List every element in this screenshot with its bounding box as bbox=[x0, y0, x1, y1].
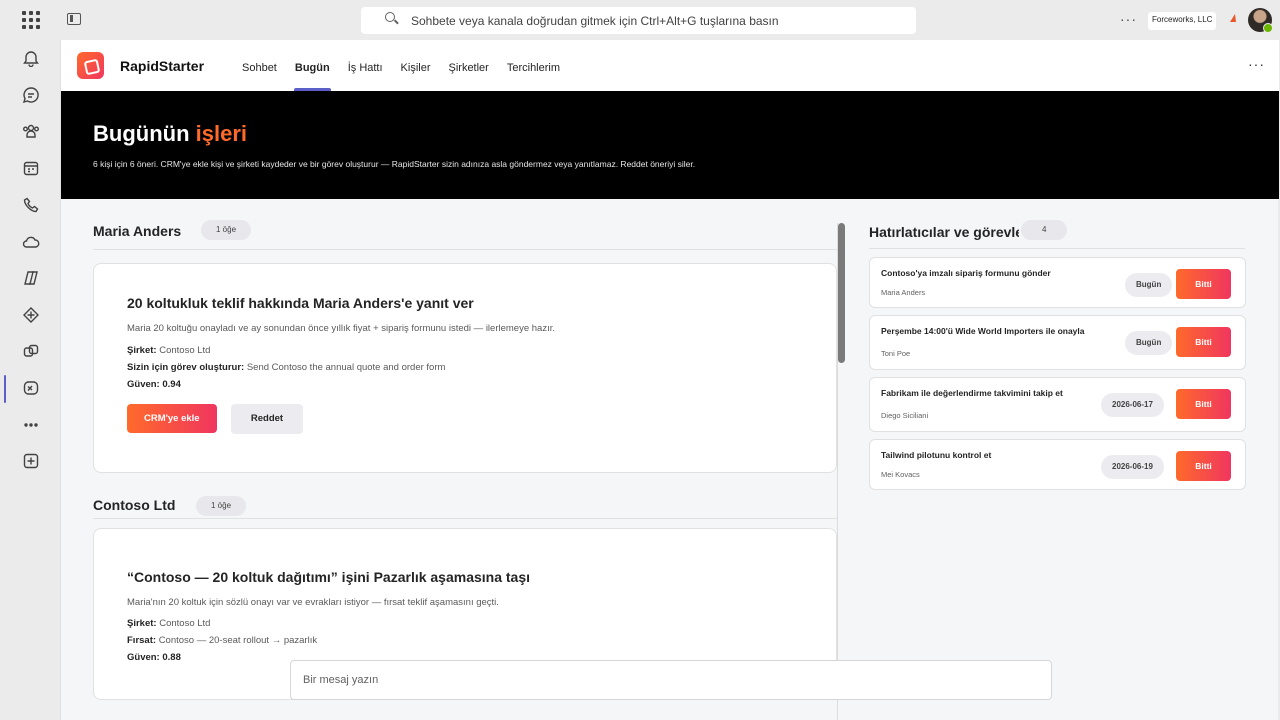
reminder-item: Perşembe 14:00'ü Wide World Importers il… bbox=[869, 315, 1246, 370]
tab-sohbet[interactable]: Sohbet bbox=[233, 40, 286, 91]
reminders-title: Hatırlatıcılar ve görevler bbox=[869, 224, 1019, 240]
section-count-badge: 1 öğe bbox=[196, 496, 247, 516]
task-row: Sizin için görev oluşturur: Send Contoso… bbox=[127, 362, 445, 373]
page-title-main: Bugünün bbox=[93, 121, 190, 146]
rail-active-indicator bbox=[4, 375, 6, 403]
reminders-header: Hatırlatıcılar ve görevler 4 bbox=[869, 220, 1245, 249]
tab-sirketler[interactable]: Şirketler bbox=[440, 40, 498, 91]
message-compose-box[interactable]: Bir mesaj yazın bbox=[290, 660, 1052, 700]
due-badge: Bugün bbox=[1125, 273, 1173, 297]
scrollbar-thumb[interactable] bbox=[838, 223, 845, 363]
app-header: RapidStarter Sohbet Bugün İş Hattı Kişil… bbox=[61, 40, 1279, 91]
company-label: Şirket: bbox=[127, 345, 157, 356]
tab-is-hatti[interactable]: İş Hattı bbox=[339, 40, 392, 91]
section-header: Contoso Ltd 1 öğe bbox=[93, 489, 837, 519]
dismiss-button[interactable]: Reddet bbox=[231, 404, 303, 434]
more-apps-icon[interactable] bbox=[20, 414, 42, 436]
page-title-accent: işleri bbox=[195, 121, 248, 146]
org-switcher[interactable]: Forceworks, LLC bbox=[1148, 12, 1217, 30]
company-row: Şirket: Contoso Ltd bbox=[127, 345, 210, 356]
app-tabs: Sohbet Bugün İş Hattı Kişiler Şirketler … bbox=[233, 40, 569, 91]
chat-icon[interactable] bbox=[20, 84, 42, 106]
reminder-title: Perşembe 14:00'ü Wide World Importers il… bbox=[881, 326, 1085, 336]
confidence-label: Güven: bbox=[127, 652, 160, 663]
task-label: Sizin için görev oluşturur: bbox=[127, 362, 245, 373]
suggestion-card: 20 koltukluk teklif hakkında Maria Ander… bbox=[93, 263, 837, 473]
confidence-value: 0.94 bbox=[162, 379, 181, 390]
search-icon bbox=[385, 12, 395, 22]
suggestion-description: Maria'nın 20 koltuk için sözlü onayı var… bbox=[127, 597, 499, 608]
due-badge: Bugün bbox=[1125, 331, 1173, 355]
title-bar: Sohbete veya kanala doğrudan gitmek için… bbox=[0, 0, 1280, 40]
page-subtitle: 6 kişi için 6 öneri. CRM'ye ekle kişi ve… bbox=[93, 159, 696, 169]
tab-tercihlerim[interactable]: Tercihlerim bbox=[498, 40, 569, 91]
done-button[interactable]: Bitti bbox=[1176, 327, 1231, 357]
app-name: RapidStarter bbox=[120, 58, 205, 74]
done-button[interactable]: Bitti bbox=[1176, 389, 1231, 419]
suggestion-title: “Contoso — 20 koltuk dağıtımı” işini Paz… bbox=[127, 569, 531, 585]
company-label: Şirket: bbox=[127, 618, 157, 629]
reminder-person: Mei Kovacs bbox=[881, 470, 920, 479]
section-header: Maria Anders 1 öğe bbox=[93, 220, 837, 250]
task-value: Send Contoso the annual quote and order … bbox=[246, 362, 446, 373]
app-more-icon[interactable]: ··· bbox=[1248, 56, 1265, 72]
rapidstarter-app-icon[interactable] bbox=[20, 377, 42, 399]
toggle-sidebar-icon[interactable] bbox=[67, 13, 81, 25]
company-row: Şirket: Contoso Ltd bbox=[127, 618, 210, 629]
search-bar[interactable]: Sohbete veya kanala doğrudan gitmek için… bbox=[361, 7, 916, 34]
company-value: Contoso Ltd bbox=[159, 345, 211, 356]
copilot-icon[interactable] bbox=[20, 267, 42, 289]
due-badge: 2026-06-17 bbox=[1101, 393, 1164, 417]
left-rail bbox=[0, 40, 60, 720]
suggestion-title: 20 koltukluk teklif hakkında Maria Ander… bbox=[127, 295, 474, 311]
calendar-icon[interactable] bbox=[20, 157, 42, 179]
activity-bell-icon[interactable] bbox=[20, 47, 42, 69]
more-options-icon[interactable]: ··· bbox=[1120, 11, 1137, 27]
reminder-person: Diego Siciliani bbox=[881, 411, 929, 420]
confidence-row: Güven: 0.94 bbox=[127, 379, 181, 390]
reminder-title: Fabrikam ile değerlendirme takvimini tak… bbox=[881, 388, 1063, 398]
suggestion-description: Maria 20 koltuğu onayladı ve ay sonundan… bbox=[127, 323, 555, 334]
section-title: Maria Anders bbox=[93, 223, 182, 239]
reminder-item: Fabrikam ile değerlendirme takvimini tak… bbox=[869, 377, 1246, 432]
opportunity-value: Contoso — 20-seat rollout → pazarlık bbox=[158, 635, 318, 646]
reminder-title: Contoso'ya imzalı sipariş formunu gönder bbox=[881, 268, 1051, 278]
done-button[interactable]: Bitti bbox=[1176, 269, 1231, 299]
opportunity-row: Fırsat: Contoso — 20-seat rollout → paza… bbox=[127, 635, 317, 646]
section-count-badge: 1 öğe bbox=[201, 220, 252, 240]
app-frame: RapidStarter Sohbet Bugün İş Hattı Kişil… bbox=[60, 40, 1279, 720]
add-to-crm-button[interactable]: CRM'ye ekle bbox=[127, 404, 217, 433]
company-value: Contoso Ltd bbox=[159, 618, 211, 629]
reminder-item: Contoso'ya imzalı sipariş formunu gönder… bbox=[869, 257, 1246, 308]
reminder-person: Maria Anders bbox=[881, 288, 926, 297]
teams-icon[interactable] bbox=[20, 120, 42, 142]
tab-bugun[interactable]: Bugün bbox=[286, 40, 339, 91]
add-app-icon[interactable] bbox=[20, 450, 42, 472]
hero-banner: Bugünün işleri 6 kişi için 6 öneri. CRM'… bbox=[61, 91, 1279, 199]
confidence-row: Güven: 0.88 bbox=[127, 652, 181, 663]
rapidstarter-logo-icon bbox=[77, 52, 104, 79]
reminders-count-badge: 4 bbox=[1021, 220, 1068, 240]
opportunity-label: Fırsat: bbox=[127, 635, 157, 646]
calls-icon[interactable] bbox=[20, 194, 42, 216]
confidence-label: Güven: bbox=[127, 379, 160, 390]
section-title: Contoso Ltd bbox=[93, 497, 176, 513]
avatar[interactable] bbox=[1248, 8, 1273, 33]
due-badge: 2026-06-19 bbox=[1101, 455, 1164, 479]
reminder-person: Toni Poe bbox=[881, 349, 911, 358]
compose-placeholder: Bir mesaj yazın bbox=[303, 674, 379, 686]
reminder-item: Tailwind pilotunu kontrol et Mei Kovacs … bbox=[869, 439, 1246, 490]
confidence-value: 0.88 bbox=[162, 652, 181, 663]
page-title: Bugünün işleri bbox=[93, 121, 247, 147]
done-button[interactable]: Bitti bbox=[1176, 451, 1231, 481]
search-placeholder: Sohbete veya kanala doğrudan gitmek için… bbox=[411, 14, 779, 28]
org-flag-icon bbox=[1230, 14, 1236, 22]
tab-kisiler[interactable]: Kişiler bbox=[392, 40, 440, 91]
app-launcher-icon[interactable] bbox=[22, 11, 40, 29]
reminder-title: Tailwind pilotunu kontrol et bbox=[881, 450, 992, 460]
onedrive-icon[interactable] bbox=[20, 231, 42, 253]
planner-icon[interactable] bbox=[20, 341, 42, 363]
apps-icon[interactable] bbox=[20, 304, 42, 326]
